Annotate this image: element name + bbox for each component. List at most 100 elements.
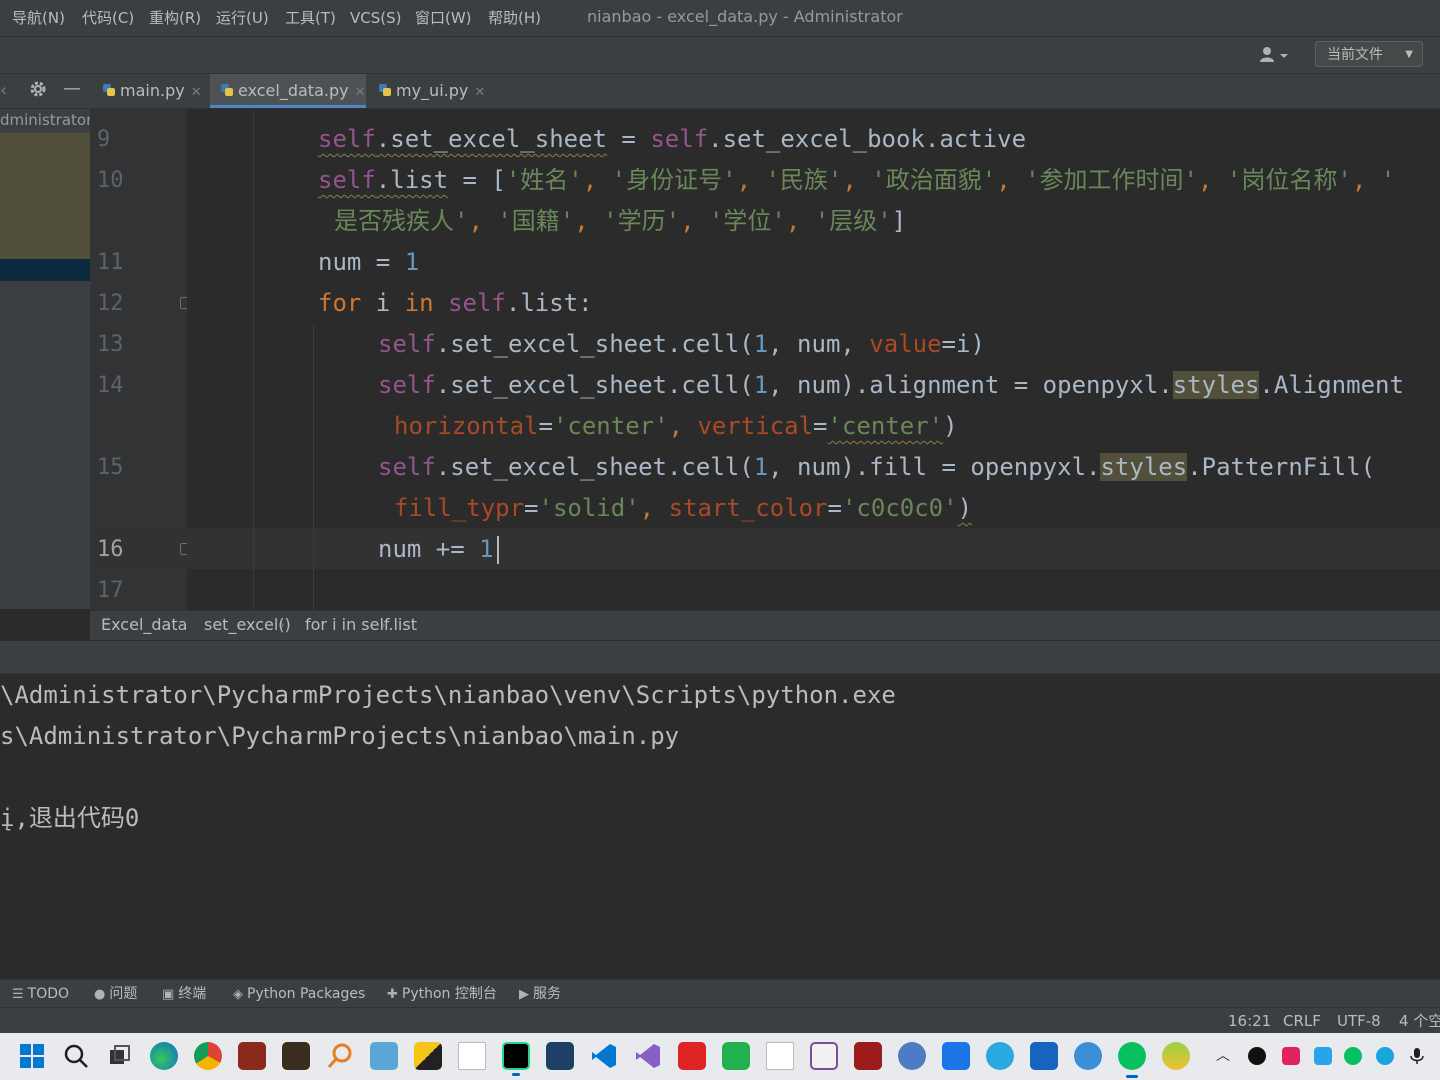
indent-setting[interactable]: 4 个空	[1399, 1008, 1440, 1034]
close-icon[interactable]: ✕	[474, 85, 485, 100]
menu-refactor[interactable]: 重构(R)	[149, 0, 201, 36]
code-line-10: self.list = ['姓名', '身份证号', '民族', '政治面貌',…	[318, 166, 1396, 194]
indent-guide	[313, 324, 314, 610]
run-panel-header	[0, 641, 1440, 674]
line-number: 15	[97, 455, 124, 480]
menu-navigate[interactable]: 导航(N)	[12, 0, 65, 36]
visual-studio-icon[interactable]	[634, 1042, 662, 1070]
search-icon[interactable]	[62, 1042, 90, 1070]
sticky-notes-icon[interactable]	[414, 1042, 442, 1070]
app-icon[interactable]	[722, 1042, 750, 1070]
menu-run[interactable]: 运行(U)	[216, 0, 269, 36]
line-number: 13	[97, 332, 124, 357]
menu-vcs[interactable]: VCS(S)	[350, 0, 401, 36]
qq-tray-icon[interactable]	[1248, 1047, 1266, 1065]
file-encoding[interactable]: UTF-8	[1337, 1008, 1381, 1034]
app-icon[interactable]	[810, 1042, 838, 1070]
line-number: 14	[97, 373, 124, 398]
tool-problems[interactable]: ● 问题	[94, 980, 137, 1008]
app-icon[interactable]	[546, 1042, 574, 1070]
tray-app-icon[interactable]	[1314, 1047, 1332, 1065]
minimize-icon[interactable]: —	[63, 78, 81, 99]
tray-app-icon[interactable]	[1282, 1047, 1300, 1065]
gear-icon[interactable]	[29, 80, 47, 103]
wechat-icon[interactable]	[1118, 1042, 1146, 1078]
console-line: \Administrator\PycharmProjects\nianbao\v…	[0, 681, 896, 709]
app-icon[interactable]	[1074, 1042, 1102, 1070]
app-icon[interactable]	[1030, 1042, 1058, 1070]
window-title: nianbao - excel_data.py - Administrator	[587, 7, 903, 26]
code-editor[interactable]: self.set_excel_sheet = self.set_excel_bo…	[187, 109, 1440, 610]
scope-select[interactable]: 当前文件 ▼	[1315, 41, 1423, 67]
tool-python-console[interactable]: ✚ Python 控制台	[387, 980, 497, 1008]
breadcrumb-loop[interactable]: for i in self.list	[305, 611, 417, 639]
tool-services[interactable]: ▶ 服务	[519, 980, 561, 1008]
chevron-up-icon[interactable]: ︿	[1216, 1045, 1234, 1064]
problems-icon: ●	[94, 987, 106, 1002]
breadcrumb: Excel_data › set_excel() › for i in self…	[90, 610, 1440, 640]
game-app-icon[interactable]	[238, 1042, 266, 1070]
edge-browser-icon[interactable]	[150, 1042, 178, 1070]
pycharm-icon[interactable]	[502, 1042, 530, 1076]
editor-tab-bar: ‹ — main.py ✕ excel_data.py ✕ my_ui.py ✕	[0, 74, 1440, 109]
document-icon[interactable]	[458, 1042, 486, 1070]
menu-tools[interactable]: 工具(T)	[285, 0, 336, 36]
line-ending[interactable]: CRLF	[1283, 1008, 1321, 1034]
terminal-icon: ▣	[162, 987, 175, 1002]
line-number: 11	[97, 250, 124, 275]
menu-window[interactable]: 窗口(W)	[415, 0, 472, 36]
python-console-icon: ✚	[387, 987, 398, 1002]
python-file-icon	[221, 84, 233, 96]
tool-python-packages[interactable]: ◈ Python Packages	[233, 980, 365, 1008]
code-line-14-wrap: horizontal='center', vertical='center')	[394, 412, 958, 440]
windows-start-icon[interactable]	[18, 1042, 46, 1070]
app-icon[interactable]	[898, 1042, 926, 1070]
tray-app-icon[interactable]	[1344, 1047, 1362, 1065]
youdao-icon[interactable]	[678, 1042, 706, 1070]
project-tree-selected-row[interactable]	[0, 259, 90, 281]
chrome-browser-icon[interactable]	[194, 1042, 222, 1070]
breadcrumb-method[interactable]: set_excel()	[204, 611, 291, 639]
code-line-9: self.set_excel_sheet = self.set_excel_bo…	[318, 125, 1027, 153]
current-line-highlight	[187, 528, 1440, 569]
python-file-icon	[379, 84, 391, 96]
game-app-icon[interactable]	[854, 1042, 882, 1070]
list-icon: ☰	[12, 987, 24, 1002]
feishu-icon[interactable]	[942, 1042, 970, 1070]
line-number: 12	[97, 291, 124, 316]
close-icon[interactable]: ✕	[355, 85, 366, 100]
code-line-11: num = 1	[318, 248, 420, 276]
caret-position[interactable]: 16:21	[1228, 1008, 1271, 1034]
menu-code[interactable]: 代码(C)	[82, 0, 134, 36]
document-icon[interactable]	[766, 1042, 794, 1070]
console-line: į,退出代码0	[0, 804, 140, 832]
toolbar: 当前文件 ▼	[0, 37, 1440, 74]
line-number: 17	[97, 578, 124, 603]
user-icon[interactable]	[1258, 45, 1294, 65]
close-icon[interactable]: ✕	[191, 85, 202, 100]
tool-todo[interactable]: ☰ TODO	[12, 980, 69, 1008]
vscode-icon[interactable]	[590, 1042, 618, 1070]
breadcrumb-class[interactable]: Excel_data	[101, 611, 187, 639]
tool-terminal[interactable]: ▣ 终端	[162, 980, 206, 1008]
packages-icon: ◈	[233, 987, 243, 1002]
chat-app-icon[interactable]	[986, 1042, 1014, 1070]
text-caret	[497, 536, 499, 564]
collapse-icon[interactable]: ‹	[0, 80, 7, 101]
tab-main-py[interactable]: main.py ✕	[94, 74, 206, 108]
windows-taskbar: ︿	[0, 1033, 1440, 1080]
run-console-output[interactable]: \Administrator\PycharmProjects\nianbao\v…	[0, 674, 1440, 979]
task-view-icon[interactable]	[106, 1042, 134, 1070]
menu-help[interactable]: 帮助(H)	[488, 0, 541, 36]
project-tree-item[interactable]: dministrator\	[0, 111, 90, 129]
code-line-10-wrap: 是否残疾人', '国籍', '学历', '学位', '层级']	[334, 207, 907, 235]
remote-desktop-icon[interactable]	[370, 1042, 398, 1070]
game-app-icon[interactable]	[282, 1042, 310, 1070]
code-line-14: self.set_excel_sheet.cell(1, num).alignm…	[378, 371, 1404, 399]
tab-excel-data-py[interactable]: excel_data.py ✕	[210, 74, 366, 108]
magnifier-app-icon[interactable]	[326, 1042, 354, 1070]
app-icon[interactable]	[1162, 1042, 1190, 1070]
tray-app-icon[interactable]	[1376, 1047, 1394, 1065]
tab-my-ui-py[interactable]: my_ui.py ✕	[370, 74, 490, 108]
microphone-icon[interactable]	[1408, 1047, 1426, 1065]
